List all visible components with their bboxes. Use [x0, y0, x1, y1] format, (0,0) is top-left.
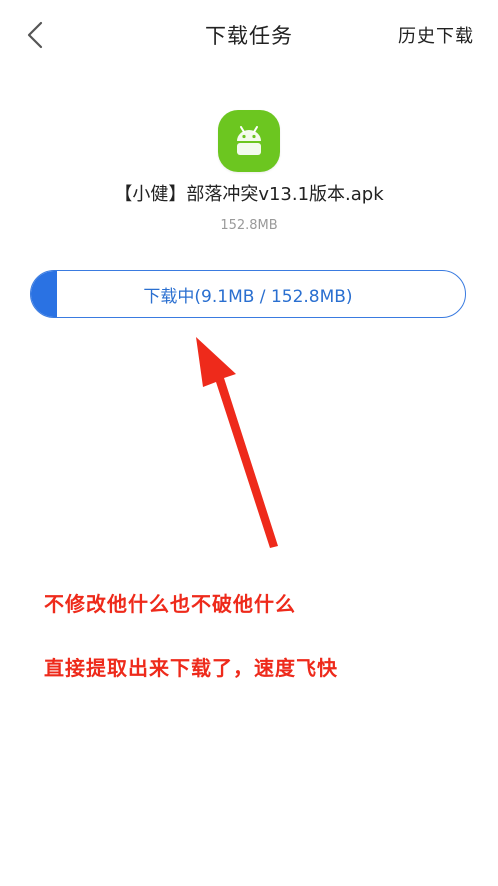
red-arrow-annotation: [196, 337, 278, 548]
annotation-line-1: 不修改他什么也不破他什么: [44, 592, 296, 616]
annotation-line-2: 直接提取出来下载了，速度飞快: [44, 656, 338, 680]
